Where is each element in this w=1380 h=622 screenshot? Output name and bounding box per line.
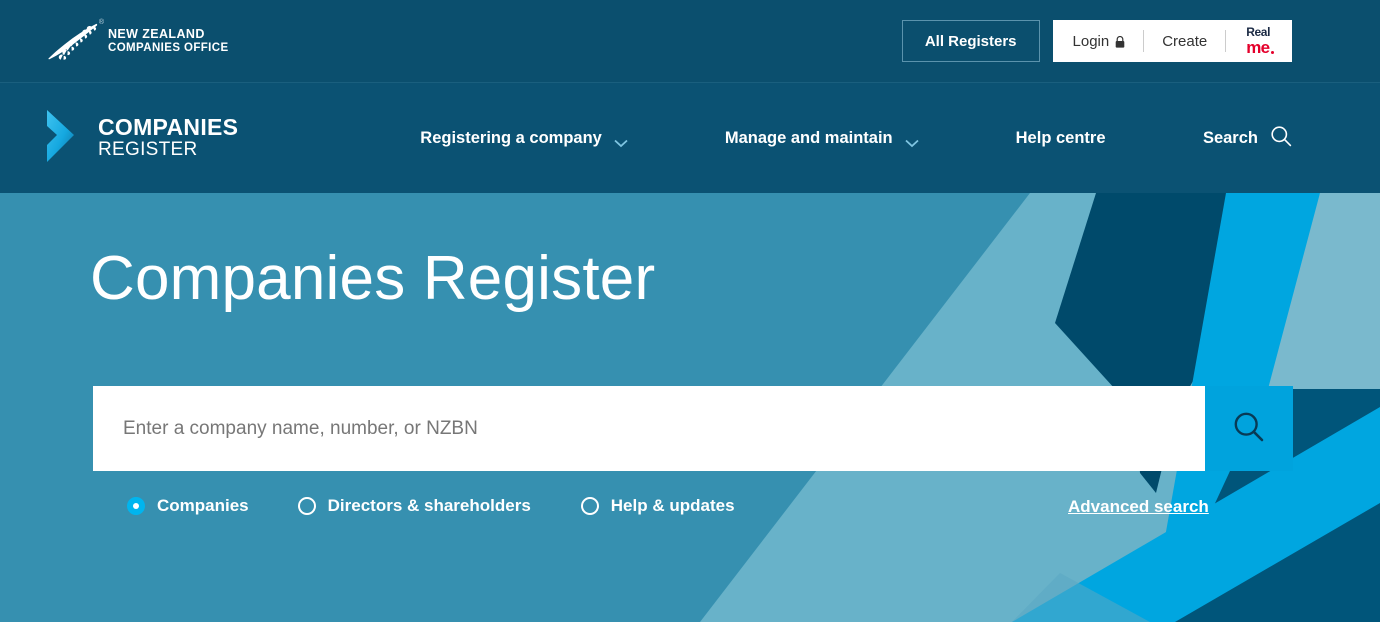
create-account-button[interactable]: Create <box>1144 20 1225 62</box>
nav-search-toggle[interactable]: Search <box>1203 125 1292 152</box>
search-icon <box>1232 410 1266 447</box>
nav-label-registering-a-company: Registering a company <box>420 128 602 147</box>
logo-line-companies-office: COMPANIES OFFICE <box>108 41 229 54</box>
nav-item-registering-a-company[interactable]: Registering a company <box>420 129 628 148</box>
nz-companies-office-logo[interactable]: ® NEW ZEALAND COMPANIES OFFICE <box>44 19 229 61</box>
auth-box: Login Create Real me <box>1052 20 1292 62</box>
search-scope-filters: Companies Directors & shareholders Help … <box>127 496 735 516</box>
radio-dot-directors-shareholders <box>297 497 316 515</box>
radio-help-updates[interactable]: Help & updates <box>580 496 735 516</box>
register-logo-line1: COMPANIES <box>98 114 239 141</box>
radio-companies[interactable]: Companies <box>127 496 249 516</box>
registered-mark: ® <box>98 19 104 26</box>
radio-label-help-updates: Help & updates <box>610 496 735 515</box>
nav-item-manage-and-maintain[interactable]: Manage and maintain <box>725 129 919 148</box>
hero-section: Companies Register Companies <box>0 193 1380 622</box>
nav-search-label: Search <box>1202 128 1258 147</box>
radio-label-directors-shareholders: Directors & shareholders <box>327 496 531 515</box>
nav-links: Registering a company Manage and maintai… <box>420 129 1106 148</box>
nav-label-manage-and-maintain: Manage and maintain <box>724 128 893 147</box>
hero-content: Companies Register Companies <box>0 193 1380 622</box>
realme-logo[interactable]: Real me <box>1226 20 1290 62</box>
silver-fern-icon: ® <box>44 19 104 61</box>
logo-line-new-zealand: NEW ZEALAND <box>108 27 205 42</box>
search-submit-button[interactable] <box>1205 386 1293 471</box>
radio-directors-shareholders[interactable]: Directors & shareholders <box>297 496 531 516</box>
companies-register-logo[interactable]: COMPANIES REGISTER <box>44 109 238 168</box>
search-icon <box>1270 125 1292 152</box>
nav-label-help-centre: Help centre <box>1015 128 1106 147</box>
chevron-down-icon <box>905 134 919 147</box>
radio-dot-help-updates <box>580 497 599 515</box>
radio-dot-companies <box>127 497 145 515</box>
login-label: Login <box>1072 32 1110 50</box>
radio-label-companies: Companies <box>157 496 249 515</box>
main-navigation-bar: COMPANIES REGISTER Registering a company… <box>0 83 1380 193</box>
realme-word-real: Real <box>1246 25 1270 39</box>
all-registers-button[interactable]: All Registers <box>901 20 1040 62</box>
search-input[interactable] <box>93 386 1205 471</box>
create-label: Create <box>1162 32 1208 50</box>
register-logo-line2: REGISTER <box>98 139 198 161</box>
realme-word-me: me <box>1246 38 1275 57</box>
company-search-form <box>93 386 1293 471</box>
chevron-right-logo-icon <box>44 109 84 168</box>
login-button[interactable]: Login <box>1055 20 1144 62</box>
advanced-search-link[interactable]: Advanced search <box>1068 497 1209 517</box>
top-utility-actions: All Registers Login Create Real me <box>901 20 1292 62</box>
chevron-down-icon <box>614 134 628 147</box>
page-root: ® NEW ZEALAND COMPANIES OFFICE All Regis… <box>0 0 1380 622</box>
lock-icon <box>1115 35 1125 48</box>
page-title: Companies Register <box>90 244 656 313</box>
top-utility-bar: ® NEW ZEALAND COMPANIES OFFICE All Regis… <box>0 0 1380 83</box>
nav-item-help-centre[interactable]: Help centre <box>1016 129 1106 148</box>
